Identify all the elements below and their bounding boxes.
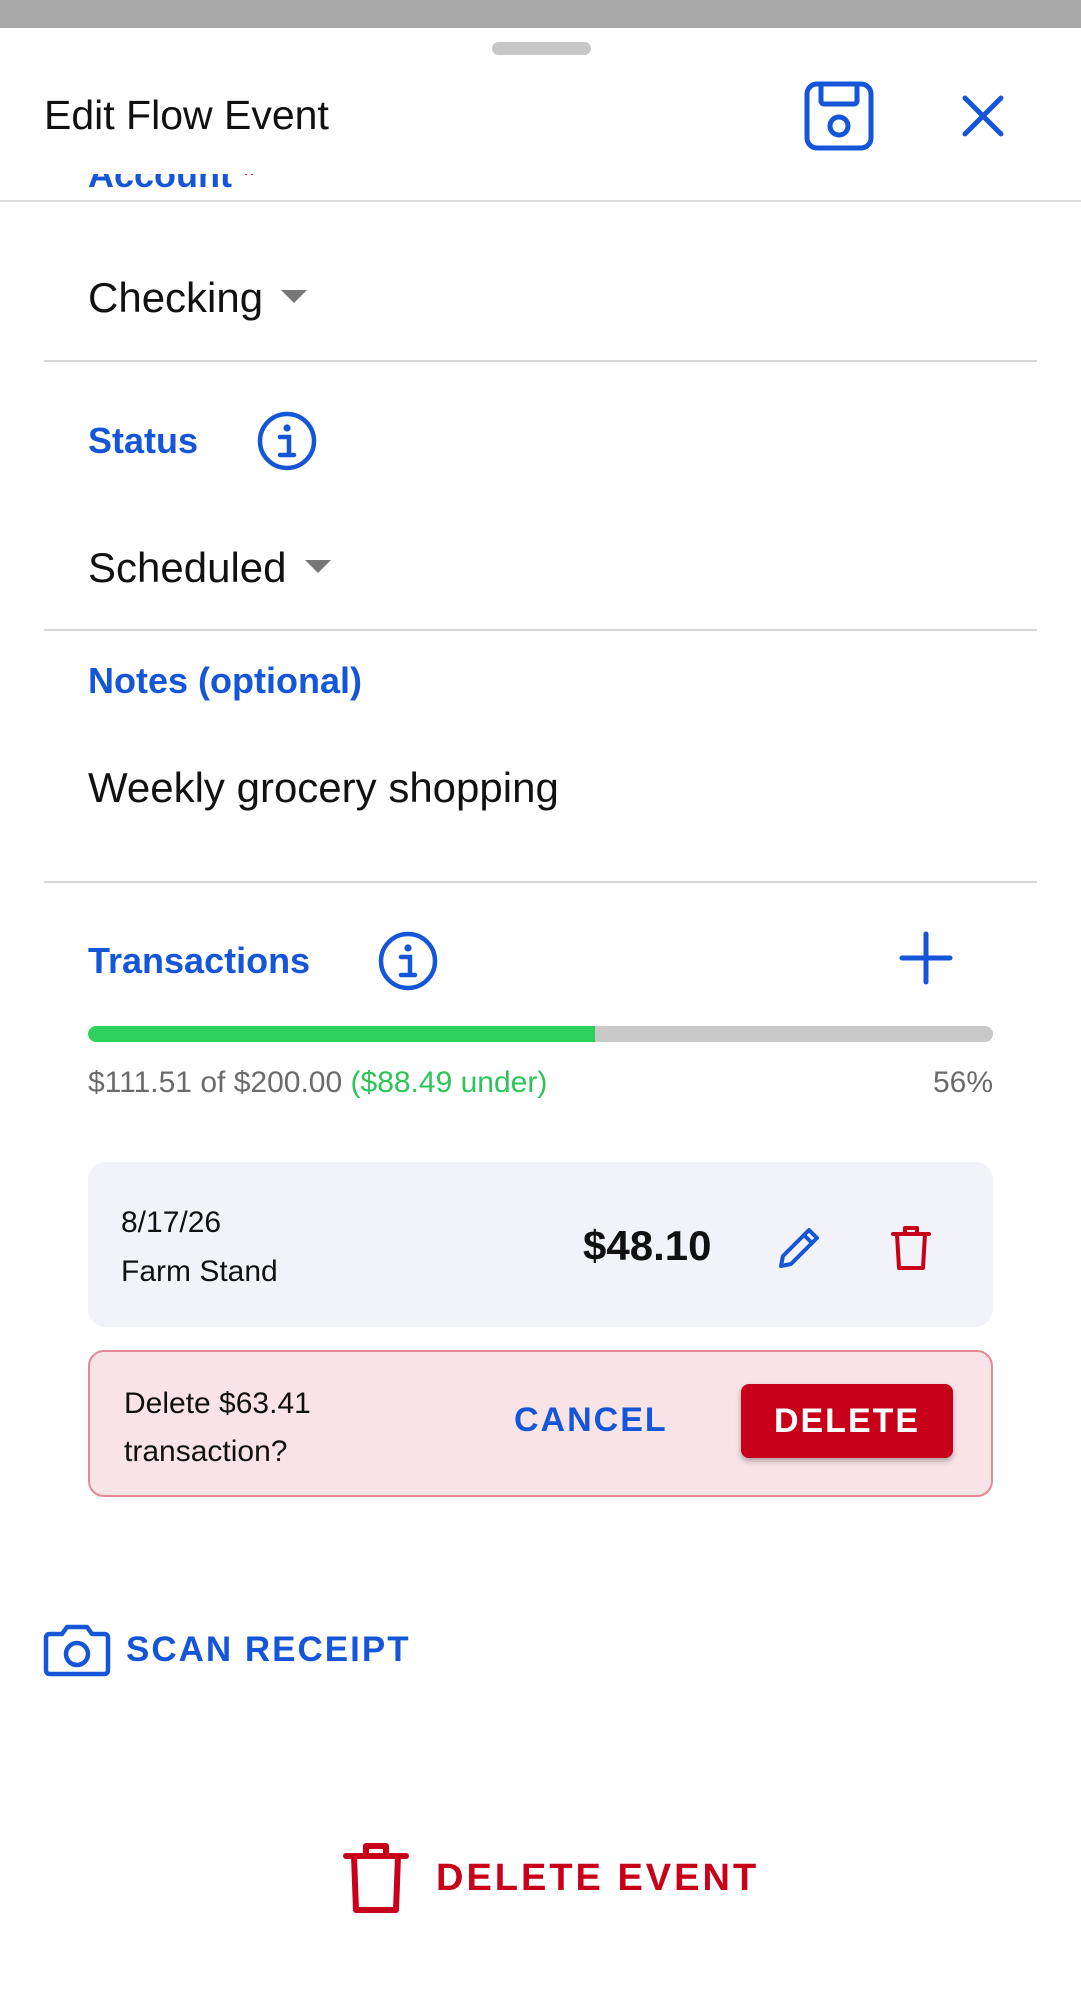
cancel-button[interactable]: CANCEL: [514, 1401, 668, 1440]
account-select[interactable]: Checking: [88, 274, 308, 322]
transaction-row[interactable]: 8/17/26 Farm Stand $48.10: [88, 1162, 993, 1327]
status-select[interactable]: Scheduled: [88, 544, 331, 592]
close-icon: [962, 95, 1004, 137]
dropdown-caret-icon: [281, 290, 308, 304]
notes-field[interactable]: Weekly grocery shopping: [88, 764, 559, 812]
divider: [44, 629, 1037, 631]
transactions-label: Transactions: [88, 940, 311, 981]
save-icon: [804, 81, 874, 151]
account-value: Checking: [88, 274, 264, 321]
delete-event-button[interactable]: DELETE EVENT: [340, 1838, 759, 1918]
under-amount: ($88.49 under): [350, 1066, 548, 1099]
close-button[interactable]: [955, 88, 1011, 144]
transaction-date: 8/17/26: [121, 1206, 222, 1239]
divider: [44, 881, 1037, 883]
budget-percent: 56%: [932, 1066, 993, 1099]
edit-transaction-button[interactable]: [771, 1220, 827, 1276]
transactions-info-icon[interactable]: [377, 930, 439, 992]
status-info-icon[interactable]: [256, 410, 318, 472]
account-label: Account *: [88, 174, 257, 195]
status-value: Scheduled: [88, 544, 287, 591]
budget-progress-fill: [88, 1026, 595, 1042]
status-label: Status: [88, 420, 199, 461]
dropdown-caret-icon: [304, 560, 331, 574]
status-bar-strip: [0, 0, 1081, 28]
delete-confirmation-banner: Delete $63.41 transaction? CANCEL DELETE: [88, 1350, 993, 1497]
divider: [44, 360, 1037, 362]
save-button[interactable]: [803, 80, 875, 152]
delete-confirmation-message: Delete $63.41 transaction?: [124, 1387, 311, 1468]
page-title: Edit Flow Event: [44, 92, 329, 138]
transaction-amount: $48.10: [583, 1222, 712, 1269]
budget-summary: $111.51 of $200.00 ($88.49 under): [88, 1066, 548, 1099]
sheet-drag-handle[interactable]: [492, 42, 591, 55]
delete-transaction-button[interactable]: [883, 1220, 939, 1276]
trash-icon: [891, 1226, 931, 1270]
trash-icon: [343, 1843, 409, 1913]
delete-event-label: DELETE EVENT: [436, 1856, 760, 1899]
add-transaction-plus-icon[interactable]: [898, 930, 954, 986]
camera-icon: [43, 1624, 111, 1677]
scan-receipt-label: SCAN RECEIPT: [126, 1630, 411, 1669]
transaction-merchant: Farm Stand: [121, 1255, 278, 1288]
confirm-delete-button[interactable]: DELETE: [741, 1384, 953, 1458]
scan-receipt-button[interactable]: SCAN RECEIPT: [42, 1620, 411, 1680]
budget-progress-bar: [88, 1026, 993, 1042]
pencil-icon: [779, 1228, 819, 1268]
notes-label: Notes (optional): [88, 660, 362, 701]
form-scroll-area[interactable]: Account * Checking Status Scheduled Note…: [0, 174, 1081, 1999]
